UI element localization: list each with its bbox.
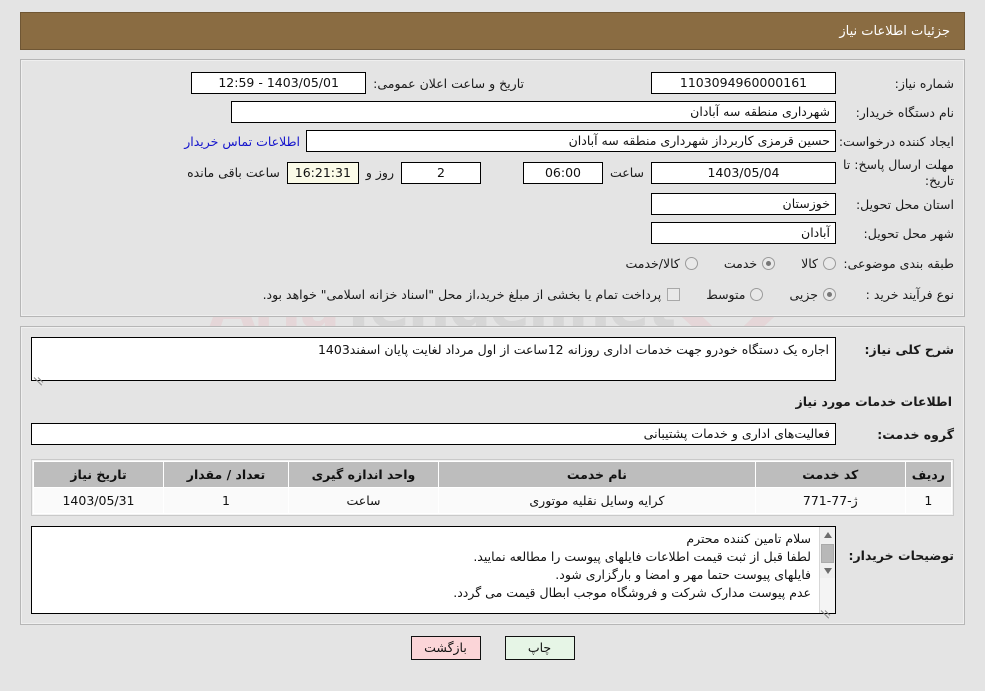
cell-name: کرایه وسایل نقلیه موتوری [438,487,756,515]
radio-icon-jozei[interactable] [823,287,836,301]
buyer-notes-line: عدم پیوست مدارک شرکت و فروشگاه موجب ابطا… [453,584,811,600]
buyer-notes-line: لطفا قبل از ثبت قیمت اطلاعات فایلهای پیو… [473,549,811,564]
province-label: استان محل تحویل: [855,196,954,212]
cell-date: 1403/05/31 [33,487,164,515]
radio-icon-kala[interactable] [823,256,836,270]
buyer-contact-link[interactable]: اطلاعات تماس خریدار [178,134,306,149]
radio-icon-motavaset[interactable] [750,287,764,301]
page-title: جزئیات اطلاعات نیاز [839,23,950,39]
cell-code: ژ-77-771 [754,487,906,515]
remaining-days-value: 2 [400,161,481,184]
summary-label: شرح کلی نیاز: [864,342,954,358]
row-need-number: شماره نیاز: 1103094960000161 تاریخ و ساع… [31,70,954,96]
province-value: خوزستان [651,193,836,216]
services-table: ردیف کد خدمت نام خدمت واحد اندازه گیری ت… [33,461,953,515]
need-details-panel: شماره نیاز: 1103094960000161 تاریخ و ساع… [20,59,965,318]
col-name: نام خدمت [438,461,756,489]
remaining-days-label: روز و [365,165,394,181]
countdown-timer: 16:21:31 [286,161,359,184]
deadline-hour-value: 06:00 [522,161,603,184]
process-option-jozei-label: جزیی [789,286,818,302]
public-announce-label: تاریخ و ساعت اعلان عمومی: [373,75,524,91]
table-header-row: ردیف کد خدمت نام خدمت واحد اندازه گیری ت… [33,461,953,489]
service-group-value: فعالیت‌های اداری و خدمات پشتیبانی [31,423,836,446]
need-number-value: 1103094960000161 [651,72,836,94]
row-province: استان محل تحویل: خوزستان [31,191,954,217]
category-option-kala-khedmat[interactable]: کالا/خدمت [625,255,698,271]
cell-qty: 1 [163,487,289,515]
back-button[interactable]: بازگشت [410,636,481,661]
row-summary: شرح کلی نیاز: اجاره یک دستگاه خودرو جهت … [31,337,954,386]
category-option-kala-label: کالا [801,255,818,271]
category-label: طبقه بندی موضوعی: [843,255,954,271]
payment-note-text: پرداخت تمام یا بخشی از مبلغ خرید،از محل … [262,286,662,302]
category-option-kala[interactable]: کالا [801,256,836,271]
buyer-notes-textarea[interactable]: سلام تامین کننده محترم لطفا قبل از ثبت ق… [31,526,836,619]
col-unit: واحد اندازه گیری [288,461,439,489]
cell-unit: ساعت [288,487,439,515]
service-group-label: گروه خدمت: [877,426,954,442]
services-table-wrap: ردیف کد خدمت نام خدمت واحد اندازه گیری ت… [31,459,954,517]
creator-value: حسین قرمزی کاربرداز شهرداری منطقه سه آبا… [306,130,836,152]
need-number-label: شماره نیاز: [894,75,954,91]
deadline-label: مهلت ارسال پاسخ: تا تاریخ: [843,157,954,188]
buyer-notes-line: فایلهای پیوست حتما مهر و امضا و بارگزاری… [555,566,811,582]
row-city: شهر محل تحویل: آبادان [31,220,954,246]
row-creator: ایجاد کننده درخواست: حسین قرمزی کاربرداز… [31,128,954,154]
process-label: نوع فرآیند خرید : [865,286,954,302]
row-buyer-org: نام دستگاه خریدار: شهرداری منطقه سه آباد… [31,99,954,125]
process-option-motavaset-label: متوسط [706,286,746,302]
cell-index: 1 [904,487,953,515]
buyer-notes-scrollbar[interactable] [819,527,835,619]
buyer-notes-line: سلام تامین کننده محترم [686,531,811,547]
buyer-org-value: شهرداری منطقه سه آبادان [231,101,836,123]
resize-grip-icon[interactable] [33,367,46,386]
scrollbar-track[interactable] [820,578,835,614]
public-announce-value: 1403/05/01 - 12:59 [191,72,367,94]
page-root: AriaTender.net جزئیات اطلاعات نیاز شماره… [0,12,985,691]
city-label: شهر محل تحویل: [863,225,954,241]
footer-actions: چاپ بازگشت [0,636,985,661]
table-row: 1 ژ-77-771 کرایه وسایل نقلیه موتوری ساعت… [33,487,953,515]
buyer-org-label: نام دستگاه خریدار: [855,104,954,120]
row-process-type: نوع فرآیند خرید : جزیی متوسط پرداخت تمام… [31,280,954,308]
row-service-group: گروه خدمت: فعالیت‌های اداری و خدمات پشتی… [31,421,954,447]
row-deadline: مهلت ارسال پاسخ: تا تاریخ: 1403/05/04 سا… [31,157,954,188]
row-category: طبقه بندی موضوعی: کالا خدمت کالا/خدمت [31,249,954,277]
col-qty: تعداد / مقدار [163,461,289,489]
radio-icon-kala-khedmat[interactable] [684,256,698,270]
scroll-up-icon[interactable] [820,527,835,543]
scroll-down-icon[interactable] [820,563,835,579]
category-option-khedmat-label: خدمت [723,255,758,271]
row-buyer-notes: توضیحات خریدار: سلام تامین کننده محترم ل… [31,526,954,619]
summary-value: اجاره یک دستگاه خودرو جهت خدمات اداری رو… [317,342,829,358]
need-body-panel: شرح کلی نیاز: اجاره یک دستگاه خودرو جهت … [20,326,965,626]
deadline-hour-label: ساعت [609,165,644,181]
category-option-khedmat[interactable]: خدمت [723,255,776,271]
process-option-motavaset[interactable]: متوسط [706,286,764,302]
col-index: ردیف [904,461,953,489]
col-code: کد خدمت [754,461,906,489]
services-section-title: اطلاعات خدمات مورد نیاز [795,394,953,410]
city-value: آبادان [651,222,836,245]
category-option-kala-khedmat-label: کالا/خدمت [625,255,680,271]
scrollbar-thumb[interactable] [821,544,834,564]
buyer-notes-label: توضیحات خریدار: [848,548,954,564]
buyer-notes-content: سلام تامین کننده محترم لطفا قبل از ثبت ق… [32,527,819,613]
creator-label: ایجاد کننده درخواست: [838,133,954,149]
countdown-label: ساعت باقی مانده [187,165,280,181]
col-date: تاریخ نیاز [33,461,164,489]
process-option-jozei[interactable]: جزیی [789,287,836,302]
page-header: جزئیات اطلاعات نیاز [20,12,965,50]
payment-note-checkbox[interactable] [667,287,681,301]
radio-icon-khedmat[interactable] [762,256,776,270]
print-button[interactable]: چاپ [504,636,575,661]
deadline-date-value: 1403/05/04 [651,161,836,184]
summary-textarea[interactable]: اجاره یک دستگاه خودرو جهت خدمات اداری رو… [31,337,836,386]
